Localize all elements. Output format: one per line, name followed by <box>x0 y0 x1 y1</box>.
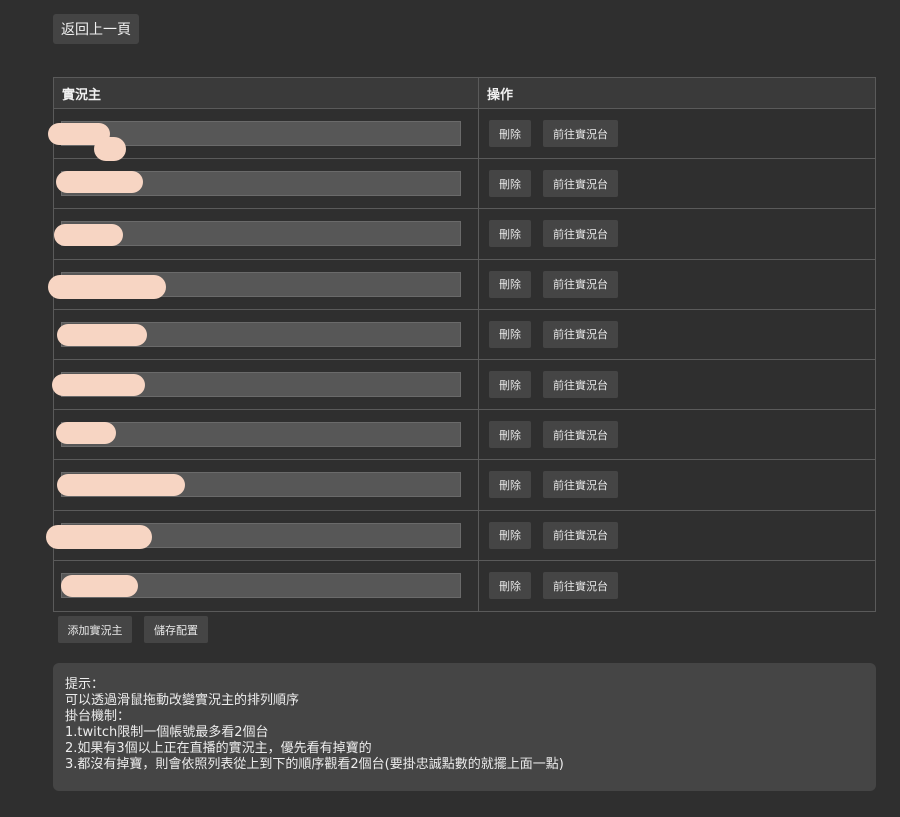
goto-channel-button[interactable]: 前往實況台 <box>543 371 618 399</box>
actions-cell: 刪除 前往實況台 <box>479 360 875 409</box>
delete-button[interactable]: 刪除 <box>489 572 531 600</box>
table-row[interactable]: 刪除 前往實況台 <box>48 109 875 161</box>
table-row[interactable]: 刪除 前往實況台 <box>54 410 875 461</box>
table-row[interactable]: 刪除 前往實況台 <box>54 560 875 611</box>
actions-cell: 刪除 前往實況台 <box>479 511 875 560</box>
column-header-streamer: 實況主 <box>54 78 479 108</box>
streamer-cell <box>54 560 479 611</box>
redaction-mark <box>46 524 152 549</box>
actions-cell: 刪除 前往實況台 <box>479 109 875 158</box>
table-body: 刪除 前往實況台 刪除 前往實況台 刪除 前往實況台 刪除 前往實況台 刪除 前… <box>46 109 875 611</box>
actions-cell: 刪除 前往實況台 <box>479 410 875 459</box>
streamer-cell <box>54 159 479 209</box>
delete-button[interactable]: 刪除 <box>489 521 531 549</box>
redaction-mark <box>61 574 138 597</box>
hint-line: 3.都沒有掉寶，則會依照列表從上到下的順序觀看2個台(要掛忠誠點數的就擺上面一點… <box>65 757 564 772</box>
streamer-cell <box>48 109 479 161</box>
column-header-actions: 操作 <box>487 87 514 103</box>
actions-cell: 刪除 前往實況台 <box>479 561 875 611</box>
actions-cell: 刪除 前往實況台 <box>479 260 875 309</box>
back-button[interactable]: 返回上一頁 <box>53 14 139 44</box>
goto-channel-button[interactable]: 前往實況台 <box>543 521 618 549</box>
table-row[interactable]: 刪除 前往實況台 <box>54 159 875 210</box>
delete-button[interactable]: 刪除 <box>489 320 531 348</box>
hint-line: 1.twitch限制一個帳號最多看2個台 <box>65 725 269 740</box>
add-streamer-button[interactable]: 添加實況主 <box>58 616 132 643</box>
streamer-name-input[interactable] <box>61 422 461 448</box>
actions-cell: 刪除 前往實況台 <box>479 310 875 359</box>
goto-channel-button[interactable]: 前往實況台 <box>543 320 618 348</box>
streamer-cell <box>54 209 479 259</box>
goto-channel-button[interactable]: 前往實況台 <box>543 572 618 600</box>
goto-channel-button[interactable]: 前往實況台 <box>543 421 618 449</box>
redaction-mark <box>54 224 123 247</box>
save-config-button[interactable]: 儲存配置 <box>144 616 208 643</box>
hint-box: 提示： 可以透過滑鼠拖動改變實況主的排列順序 掛台機制： 1.twitch限制一… <box>53 663 876 791</box>
goto-channel-button[interactable]: 前往實況台 <box>543 471 618 499</box>
table-row[interactable]: 刪除 前往實況台 <box>54 460 875 511</box>
delete-button[interactable]: 刪除 <box>489 120 531 148</box>
actions-cell: 刪除 前往實況台 <box>479 159 875 208</box>
hint-title: 提示： <box>65 677 105 692</box>
actions-cell: 刪除 前往實況台 <box>479 209 875 258</box>
actions-cell: 刪除 前往實況台 <box>479 460 875 509</box>
hint-line: 2.如果有3個以上正在直播的實況主，優先看有掉寶的 <box>65 741 372 756</box>
streamer-cell <box>46 510 479 560</box>
streamer-cell <box>54 460 479 510</box>
delete-button[interactable]: 刪除 <box>489 170 531 198</box>
goto-channel-button[interactable]: 前往實況台 <box>543 120 618 148</box>
redaction-mark <box>56 422 116 445</box>
redaction-mark <box>56 171 143 194</box>
goto-channel-button[interactable]: 前往實況台 <box>543 170 618 198</box>
table-row[interactable]: 刪除 前往實況台 <box>54 309 875 360</box>
delete-button[interactable]: 刪除 <box>489 220 531 248</box>
table-row[interactable]: 刪除 前往實況台 <box>48 259 875 310</box>
goto-channel-button[interactable]: 前往實況台 <box>543 270 618 298</box>
delete-button[interactable]: 刪除 <box>489 371 531 399</box>
streamer-cell <box>48 259 479 309</box>
redaction-mark <box>48 274 166 299</box>
redaction-mark <box>52 373 145 396</box>
streamer-cell <box>54 309 479 359</box>
streamer-cell <box>52 359 479 410</box>
hint-line: 可以透過滑鼠拖動改變實況主的排列順序 <box>65 693 300 708</box>
redaction-mark <box>57 474 185 497</box>
delete-button[interactable]: 刪除 <box>489 471 531 499</box>
streamer-table: 實況主 操作 刪除 前往實況台 刪除 前往實況台 刪除 前往實況台 刪除 前往實… <box>46 77 876 612</box>
delete-button[interactable]: 刪除 <box>489 421 531 449</box>
hint-line: 掛台機制： <box>65 709 131 724</box>
redaction-mark <box>94 137 126 161</box>
streamer-cell <box>54 410 479 460</box>
goto-channel-button[interactable]: 前往實況台 <box>543 220 618 248</box>
delete-button[interactable]: 刪除 <box>489 270 531 298</box>
redaction-mark <box>57 323 147 346</box>
table-header: 實況主 操作 <box>54 78 875 109</box>
table-row[interactable]: 刪除 前往實況台 <box>46 510 875 561</box>
table-row[interactable]: 刪除 前往實況台 <box>54 209 875 260</box>
table-row[interactable]: 刪除 前往實況台 <box>52 359 875 411</box>
